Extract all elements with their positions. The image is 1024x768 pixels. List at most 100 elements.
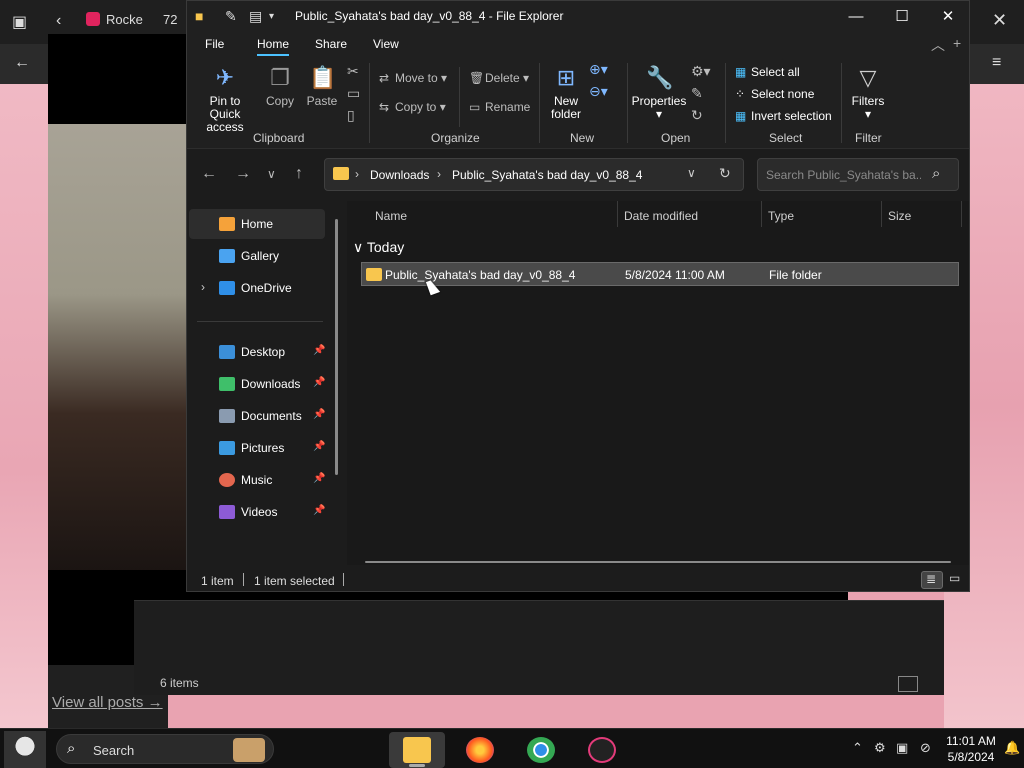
details-view-button[interactable]: ≣ [921,571,943,589]
forward-icon[interactable]: → [235,165,251,183]
tab-back-icon[interactable]: ‹ [56,12,61,30]
quick-access-dropdown-icon[interactable]: ▾ [269,11,274,22]
rename-button[interactable]: ▭ Rename [469,100,530,114]
browser-tab-2[interactable]: 72 [163,12,177,27]
edit-icon[interactable]: ✎ [691,85,703,102]
maximize-button[interactable]: ☐ [879,1,925,31]
tiles-view-button[interactable]: ▭ [945,571,967,589]
paste-shortcut-icon[interactable]: ▯ [347,107,355,124]
delete-button[interactable]: 🗑Delete ▾ [469,71,529,85]
group-label-filter: Filter [855,131,882,145]
open-icon[interactable]: ⚙▾ [691,63,711,80]
browser-close-icon[interactable]: ✕ [992,10,1007,31]
cut-icon[interactable]: ✂ [347,63,359,80]
browser-menu-icon[interactable]: ≡ [992,54,1001,72]
tab-home[interactable]: Home [257,37,290,56]
properties-quick-icon[interactable]: ✎ [225,8,237,25]
tab-actions-icon[interactable]: ▣ [12,12,27,32]
history-icon[interactable]: ↻ [691,107,703,124]
copy-path-icon[interactable]: ▭ [347,85,360,102]
search-input[interactable]: Search Public_Syahata's ba... [766,168,921,182]
breadcrumb-current-folder[interactable]: Public_Syahata's bad day_v0_88_4 [452,168,642,182]
breadcrumb-downloads[interactable]: Downloads [370,168,429,182]
address-bar[interactable]: › Downloads › Public_Syahata's bad day_v… [324,158,744,191]
nav-item-onedrive[interactable]: › OneDrive [189,273,325,303]
select-none-button[interactable]: ⁘ Select none [735,87,814,101]
tab-view[interactable]: View [373,37,399,51]
paste-button[interactable]: 📋 Paste [305,65,339,108]
new-folder-button[interactable]: ⊞ New folder [545,65,587,121]
move-to-button[interactable]: ⇄ Move to ▾ [379,71,447,85]
column-header-type[interactable]: Type [768,209,794,223]
new-item-icon[interactable]: ⊕▾ [589,61,608,78]
expand-chevron-icon[interactable]: › [201,280,205,294]
table-row[interactable]: Public_Syahata's bad day_v0_88_4 5/8/202… [361,262,959,286]
search-box[interactable]: Search Public_Syahata's ba... ⌕ [757,158,959,191]
pin-icon: ✈ [215,65,235,90]
column-header-date[interactable]: Date modified [624,209,698,223]
help-icon[interactable]: + [953,35,961,51]
close-button[interactable]: ✕ [925,1,971,31]
column-separator[interactable] [961,201,962,227]
minimize-button[interactable]: — [833,1,879,31]
taskbar-file-explorer[interactable] [389,732,445,768]
back-icon[interactable]: ← [201,165,217,183]
nav-item-desktop[interactable]: Desktop 📌 [189,337,325,367]
copy-to-button[interactable]: ⇆ Copy to ▾ [379,100,446,114]
filters-button[interactable]: ▽ Filters ▾ [845,65,891,121]
address-chevron-icon[interactable]: › [355,167,359,181]
browser-back-icon[interactable]: ← [14,54,30,72]
recent-locations-icon[interactable]: ∨ [267,167,276,181]
invert-selection-button[interactable]: ▦ Invert selection [735,109,832,123]
onedrive-tray-icon[interactable]: ⚙ [874,740,886,756]
column-header-name[interactable]: Name [375,209,407,223]
column-header-size[interactable]: Size [888,209,911,223]
refresh-icon[interactable]: ↻ [719,165,731,182]
file-explorer-window: ■ ✎ ▤ ▾ Public_Syahata's bad day_v0_88_4… [186,0,970,592]
details-view-icon: ≣ [926,572,937,586]
show-hidden-icons-icon[interactable]: ⌃ [852,740,863,756]
select-all-button[interactable]: ▦ Select all [735,65,800,79]
nav-item-music[interactable]: Music 📌 [189,465,325,495]
taskbar-firefox[interactable] [452,732,508,768]
group-header-today[interactable]: ∨ Today [353,239,404,256]
easy-access-icon[interactable]: ⊖▾ [589,83,608,100]
nav-item-gallery[interactable]: Gallery [189,241,325,271]
horizontal-scrollbar[interactable] [365,561,951,563]
copy-button[interactable]: ❐ Copy [263,65,297,108]
view-all-posts-link[interactable]: View all posts → [52,694,163,711]
address-chevron-icon[interactable]: › [437,167,441,181]
taskbar-search[interactable]: ⌕ Search [56,734,274,764]
ribbon-tabs: File Home Share View ︿ + [187,31,969,57]
tab-file[interactable]: File [205,37,224,51]
display-icon[interactable]: ▣ [896,740,908,756]
network-icon[interactable]: ⊘ [920,740,931,756]
tab-share[interactable]: Share [315,37,347,51]
new-folder-quick-icon[interactable]: ▤ [249,8,262,25]
address-dropdown-icon[interactable]: ∨ [687,166,696,180]
nav-item-documents[interactable]: Documents 📌 [189,401,325,431]
collapse-ribbon-icon[interactable]: ︿ [931,35,945,55]
browser-tab[interactable]: Rocke [86,12,143,27]
ribbon-separator [627,63,628,143]
pin-to-quick-access-button[interactable]: ✈ Pin to Quick access [193,65,257,134]
clock[interactable]: 11:01 AM 5/8/2024 [946,733,996,765]
nav-item-videos[interactable]: Videos 📌 [189,497,325,527]
nav-item-downloads[interactable]: Downloads 📌 [189,369,325,399]
taskbar-media-player[interactable] [574,732,630,768]
title-bar: ■ ✎ ▤ ▾ Public_Syahata's bad day_v0_88_4… [187,1,969,31]
column-separator[interactable] [617,201,618,227]
gallery-icon [219,249,235,263]
taskbar-chrome[interactable] [513,732,569,768]
properties-button[interactable]: 🔧 Properties ▾ [631,65,687,121]
column-separator[interactable] [761,201,762,227]
column-separator[interactable] [881,201,882,227]
move-to-icon: ⇄ [379,71,390,85]
notification-bell-icon[interactable]: 🔔 [1004,740,1020,756]
up-icon[interactable]: ↑ [295,165,303,183]
nav-item-pictures[interactable]: Pictures 📌 [189,433,325,463]
widgets-avatar-icon[interactable] [4,731,46,768]
search-icon[interactable]: ⌕ [932,165,940,182]
nav-item-home[interactable]: Home [189,209,325,239]
nav-scrollbar[interactable] [335,219,338,475]
